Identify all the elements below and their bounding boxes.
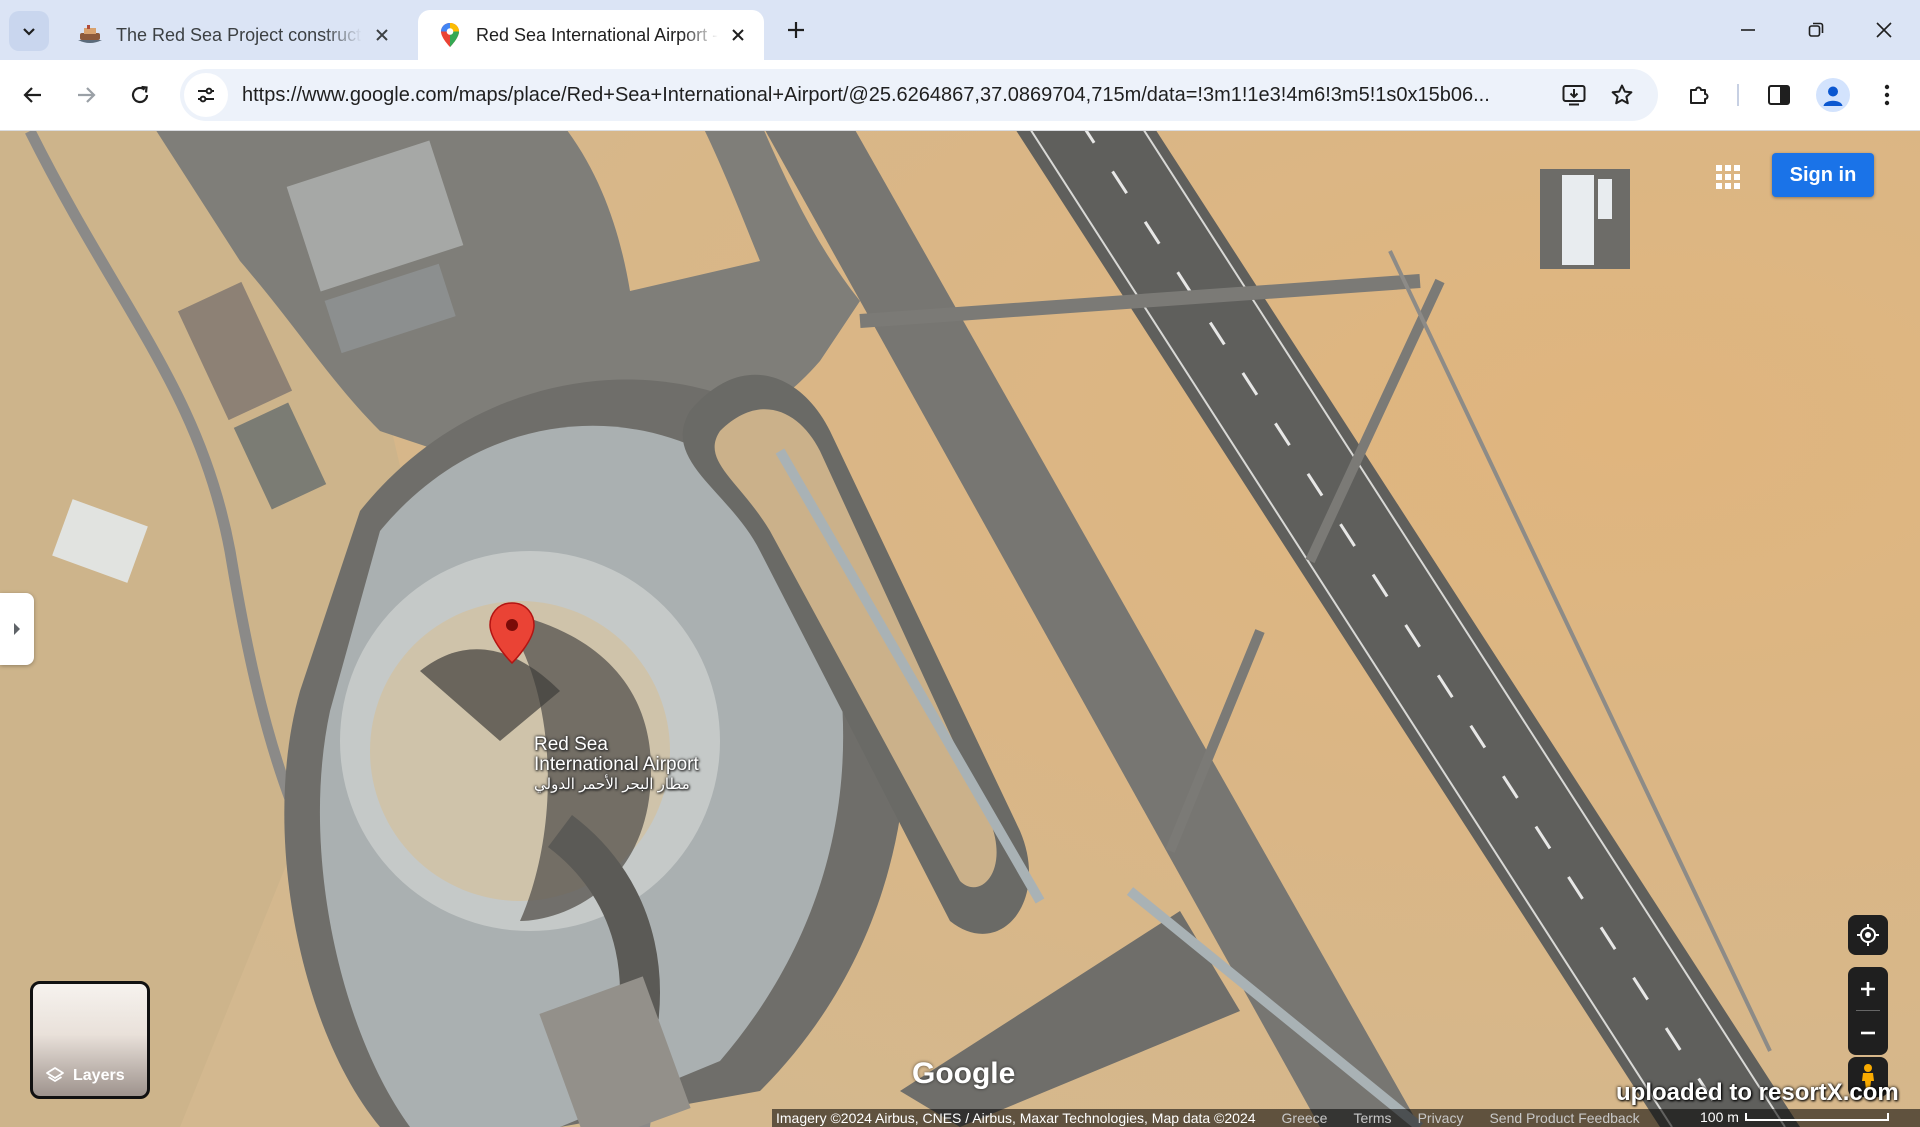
expand-side-panel-button[interactable]: [0, 593, 34, 665]
place-name-line2: International Airport: [534, 754, 699, 775]
tab-search-button[interactable]: [9, 11, 49, 51]
browser-toolbar: https://www.google.com/maps/place/Red+Se…: [0, 60, 1920, 131]
tab-title: The Red Sea Project construction: [116, 24, 362, 45]
site-info-icon[interactable]: [184, 73, 228, 117]
privacy-link[interactable]: Privacy: [1418, 1110, 1464, 1126]
satellite-map[interactable]: Sign in Red Sea International Airport مط…: [0, 131, 1920, 1127]
scale-ruler: [1744, 1113, 1889, 1121]
reload-icon: [131, 85, 149, 104]
reload-button[interactable]: [119, 74, 161, 116]
minimize-icon: [1741, 29, 1755, 31]
minimize-button[interactable]: [1720, 10, 1776, 50]
side-panel-button[interactable]: [1758, 74, 1800, 116]
scale-bar[interactable]: 100 m: [1700, 1109, 1889, 1125]
terms-link[interactable]: Terms: [1353, 1110, 1391, 1126]
arrow-right-icon: [78, 87, 96, 103]
caret-right-icon: [14, 623, 20, 635]
tab-title: Red Sea International Airport - Google M…: [476, 24, 718, 45]
close-tab-icon[interactable]: [368, 21, 396, 49]
zoom-in-button[interactable]: [1848, 967, 1888, 1011]
satellite-imagery[interactable]: [0, 131, 1920, 1127]
feedback-link[interactable]: Send Product Feedback: [1489, 1110, 1639, 1126]
tab-strip: The Red Sea Project construction Red Sea…: [0, 0, 1920, 60]
watermark-text: uploaded to resortX.com: [1616, 1079, 1899, 1106]
plus-icon: [788, 22, 804, 38]
close-window-button[interactable]: [1856, 10, 1912, 50]
restore-icon: [1808, 22, 1824, 37]
zoom-controls: [1848, 967, 1888, 1055]
restore-button[interactable]: [1788, 10, 1844, 50]
plus-icon: [1861, 982, 1875, 996]
layers-button[interactable]: Layers: [30, 981, 150, 1099]
google-apps-button[interactable]: [1708, 157, 1748, 197]
toolbar-divider: [1737, 84, 1739, 106]
place-label[interactable]: Red Sea International Airport مطار البحر…: [534, 735, 699, 795]
browser-menu-button[interactable]: [1866, 74, 1908, 116]
url-text[interactable]: https://www.google.com/maps/place/Red+Se…: [242, 84, 1552, 107]
scale-label: 100 m: [1700, 1109, 1739, 1125]
side-panel-icon: [1768, 85, 1790, 105]
tab-red-sea-airport[interactable]: Red Sea International Airport - Google M…: [418, 10, 764, 60]
profile-avatar[interactable]: [1816, 78, 1850, 112]
layers-icon: [46, 1067, 64, 1082]
region-link[interactable]: Greece: [1282, 1110, 1328, 1126]
layers-label: Layers: [73, 1067, 125, 1084]
more-vert-icon: [1884, 84, 1890, 106]
my-location-icon: [1857, 924, 1879, 946]
address-bar[interactable]: https://www.google.com/maps/place/Red+Se…: [180, 69, 1658, 121]
zoom-out-button[interactable]: [1848, 1011, 1888, 1055]
install-app-icon[interactable]: [1554, 75, 1594, 115]
place-name-line1: Red Sea: [534, 734, 608, 755]
bookmark-star-icon[interactable]: [1602, 75, 1642, 115]
google-logo: Google: [912, 1057, 1016, 1090]
new-tab-button[interactable]: [780, 14, 812, 46]
extensions-button[interactable]: [1678, 74, 1720, 116]
ship-favicon-icon: [76, 21, 104, 49]
forward-button[interactable]: [65, 74, 107, 116]
arrow-left-icon: [23, 87, 41, 103]
person-icon: [1823, 86, 1843, 106]
my-location-button[interactable]: [1848, 915, 1888, 955]
back-button[interactable]: [12, 74, 54, 116]
chevron-down-icon: [23, 28, 35, 36]
google-maps-favicon-icon: [436, 21, 464, 49]
close-tab-icon[interactable]: [724, 21, 752, 49]
sign-in-button[interactable]: Sign in: [1772, 153, 1874, 197]
tab-red-sea-project[interactable]: The Red Sea Project construction: [58, 10, 408, 60]
minus-icon: [1861, 1031, 1875, 1035]
close-icon: [1876, 22, 1892, 38]
place-name-arabic: مطار البحر الأحمر الدولي: [534, 776, 690, 793]
apps-grid-icon: [1716, 165, 1740, 189]
imagery-credit: Imagery ©2024 Airbus, CNES / Airbus, Max…: [776, 1110, 1256, 1126]
puzzle-icon: [1690, 86, 1709, 104]
